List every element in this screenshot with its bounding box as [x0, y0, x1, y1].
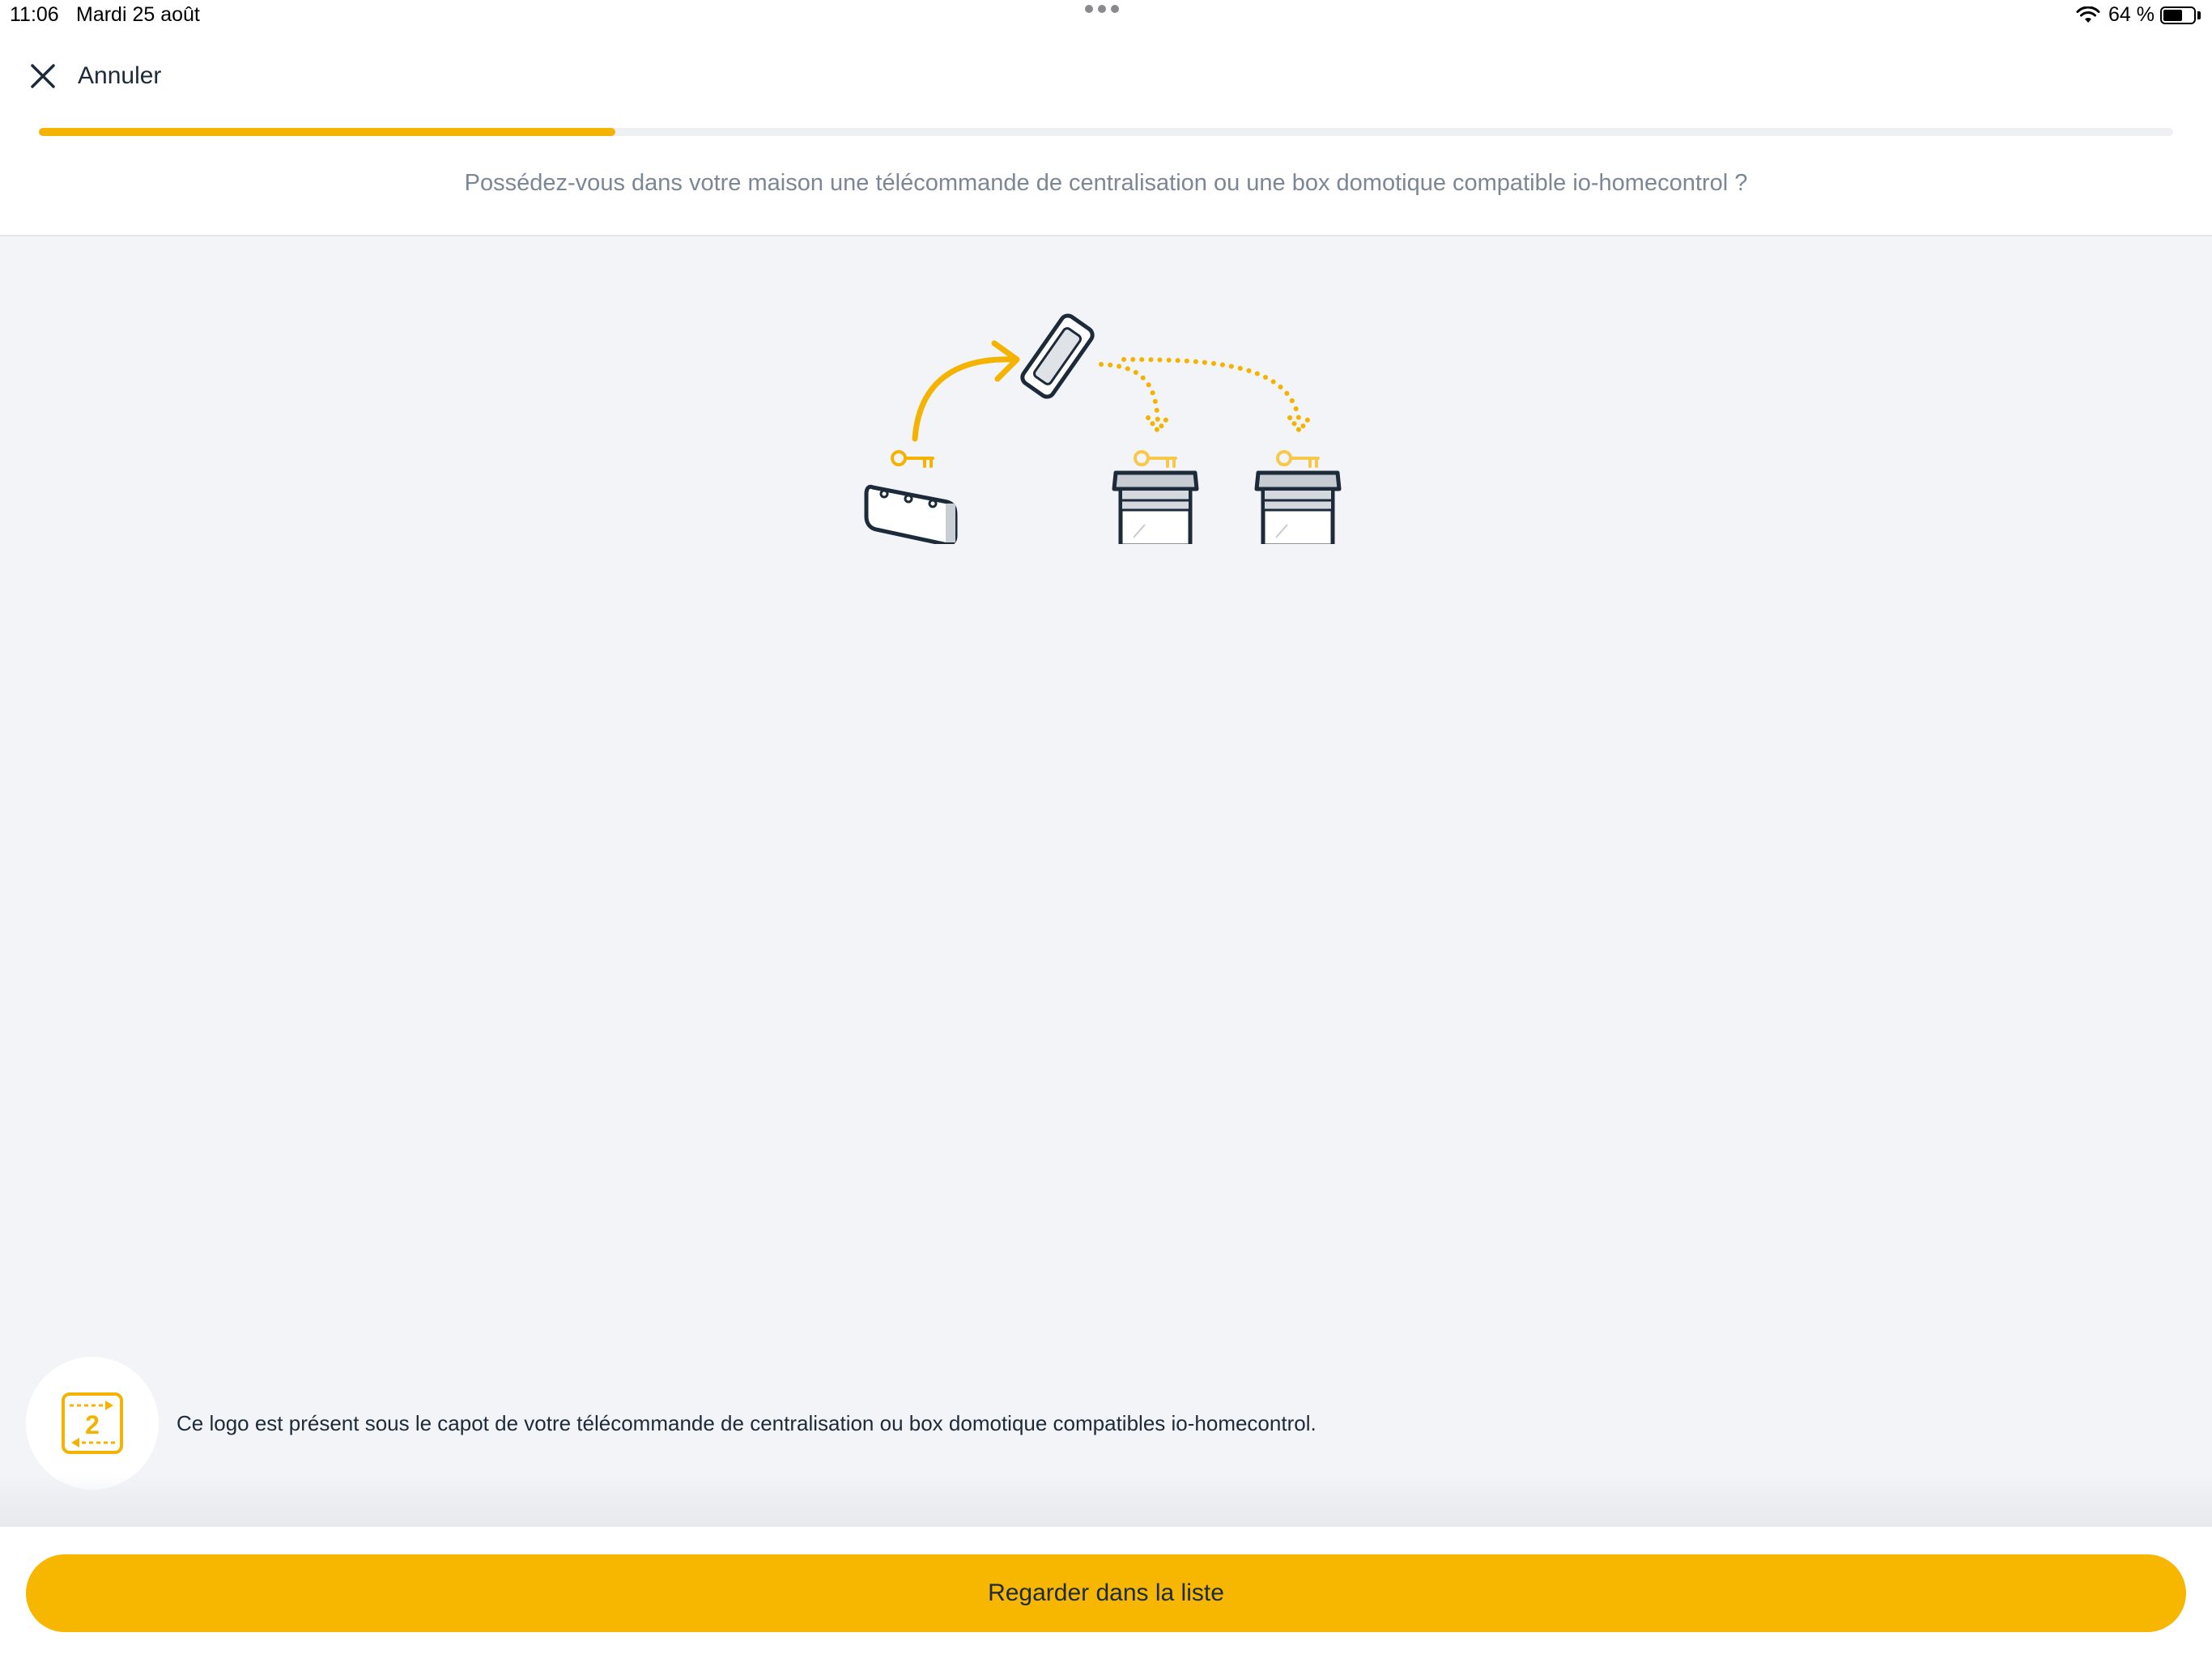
battery-icon	[2160, 6, 2196, 24]
pairing-illustration	[864, 313, 1342, 544]
io-homecontrol-logo: 2	[26, 1357, 159, 1490]
key-icon	[1276, 450, 1320, 468]
main-content: 2 Ce logo est présent sous le capot de v…	[0, 236, 2212, 1527]
remote-control-icon	[1020, 313, 1095, 399]
shutter-icon	[1112, 470, 1199, 544]
info-row: 2 Ce logo est présent sous le capot de v…	[26, 1357, 1317, 1490]
look-in-list-button[interactable]: Regarder dans la liste	[26, 1554, 2186, 1632]
wifi-icon	[2076, 6, 2100, 23]
multitasking-dots-icon[interactable]	[1085, 5, 1119, 13]
bottom-fade	[0, 1473, 2212, 1527]
question-text: Possédez-vous dans votre maison une télé…	[464, 170, 1748, 196]
shutter-icon	[1254, 470, 1342, 544]
header: Annuler Possédez-vous dans votre maison …	[0, 32, 2212, 236]
progress-fill	[39, 128, 615, 136]
info-text: Ce logo est présent sous le capot de vot…	[177, 1410, 1317, 1435]
close-icon	[31, 64, 55, 88]
status-time: 11:06	[10, 3, 59, 26]
battery-percentage: 64 %	[2108, 3, 2155, 26]
box-device-icon	[864, 484, 958, 544]
footer: Regarder dans la liste	[0, 1527, 2212, 1658]
cancel-label: Annuler	[78, 62, 162, 89]
cancel-button[interactable]: Annuler	[29, 52, 161, 100]
progress-bar	[39, 128, 2173, 136]
arrow-icon	[912, 340, 1020, 442]
io-homecontrol-logo-icon: 2	[62, 1392, 123, 1454]
battery-tip	[2197, 11, 2201, 19]
dotted-arrow-icon	[1099, 357, 1312, 435]
status-date: Mardi 25 août	[76, 3, 200, 26]
logo-digit: 2	[85, 1410, 100, 1439]
status-bar: 11:06 Mardi 25 août 64 %	[0, 0, 2212, 32]
key-icon	[891, 450, 934, 468]
key-icon	[1134, 450, 1177, 468]
